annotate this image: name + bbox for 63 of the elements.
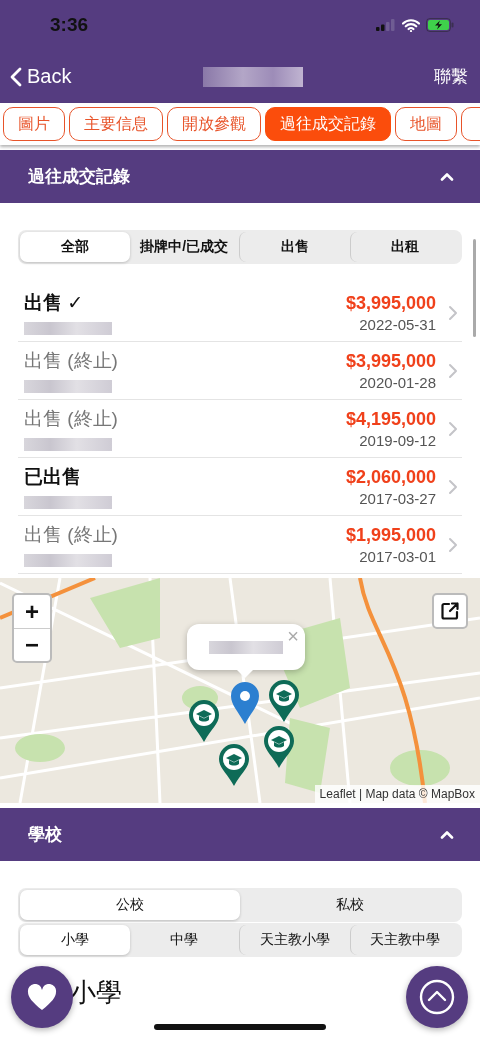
chevron-right-icon bbox=[448, 478, 458, 495]
section-heading: 小學 bbox=[70, 976, 122, 1009]
scroll-to-top-button[interactable] bbox=[406, 966, 468, 1028]
segment-option[interactable]: 天主教小學 bbox=[239, 925, 350, 955]
status-time: 3:36 bbox=[50, 14, 89, 36]
date-text: 2019-09-12 bbox=[359, 431, 436, 449]
segment-option[interactable]: 全部 bbox=[20, 232, 130, 262]
history-row[interactable]: 出售 (終止) $3,995,000 2020-01-28 bbox=[18, 342, 462, 400]
chevron-right-icon bbox=[448, 304, 458, 321]
date-text: 2017-03-27 bbox=[359, 489, 436, 507]
segment-option[interactable]: 掛牌中/已成交 bbox=[129, 232, 239, 262]
chevron-right-icon bbox=[448, 362, 458, 379]
history-row[interactable]: 已出售 $2,060,000 2017-03-27 bbox=[18, 458, 462, 516]
school-pin-icon[interactable] bbox=[218, 743, 250, 787]
favorite-button[interactable] bbox=[11, 966, 73, 1028]
segment-option[interactable]: 私校 bbox=[240, 890, 460, 920]
back-icon bbox=[10, 66, 22, 87]
section-tab[interactable]: 主要信息 bbox=[69, 107, 163, 141]
signal-icon bbox=[376, 19, 396, 31]
location-pin-icon[interactable] bbox=[230, 681, 260, 725]
listing-status: 出售 ✓ bbox=[24, 291, 85, 315]
chevron-right-icon bbox=[448, 420, 458, 437]
price-text: $4,195,000 bbox=[345, 408, 436, 430]
segment-option[interactable]: 天主教中學 bbox=[349, 925, 460, 955]
segment-option[interactable]: 出售 bbox=[239, 232, 350, 262]
back-button[interactable]: Back bbox=[10, 65, 72, 88]
date-text: 2020-01-28 bbox=[359, 373, 436, 391]
date-text: 2022-05-31 bbox=[359, 315, 436, 333]
segment-option[interactable]: 小學 bbox=[20, 925, 130, 955]
section-header[interactable]: 學校 bbox=[0, 808, 480, 861]
segment-option[interactable]: 公校 bbox=[20, 890, 240, 920]
zoom-out-button[interactable]: − bbox=[14, 628, 50, 661]
price-text: $2,060,000 bbox=[345, 466, 436, 488]
heart-icon bbox=[27, 983, 57, 1011]
price-text: $3,995,000 bbox=[345, 292, 436, 314]
section-tab[interactable]: 地圖 bbox=[395, 107, 457, 141]
listing-status: 出售 (終止) bbox=[24, 523, 119, 547]
price-text: $3,995,000 bbox=[345, 350, 436, 372]
wifi-icon bbox=[402, 18, 420, 32]
chevron-up-icon bbox=[419, 979, 455, 1015]
segment-option[interactable]: 中學 bbox=[129, 925, 239, 955]
battery-icon bbox=[426, 18, 454, 32]
history-row[interactable]: 出售 ✓ $3,995,000 2022-05-31 bbox=[18, 284, 462, 342]
open-external-button[interactable] bbox=[432, 593, 468, 629]
section-tab[interactable]: 開放參觀 bbox=[167, 107, 261, 141]
section-header[interactable]: 過往成交記錄 bbox=[0, 150, 480, 203]
segment-option[interactable]: 出租 bbox=[349, 232, 460, 262]
contact-button[interactable]: 聯繫 bbox=[434, 65, 468, 88]
zoom-in-button[interactable]: + bbox=[14, 595, 50, 628]
listing-status: 出售 (終止) bbox=[24, 407, 119, 431]
chevron-right-icon bbox=[448, 536, 458, 553]
history-row[interactable]: 出售 (終止) $4,195,000 2019-09-12 bbox=[18, 400, 462, 458]
school-pin-icon[interactable] bbox=[263, 725, 295, 769]
date-text: 2017-03-01 bbox=[359, 547, 436, 565]
history-row[interactable]: 出售 (終止) $1,995,000 2017-03-01 bbox=[18, 516, 462, 574]
school-pin-icon[interactable] bbox=[268, 679, 300, 723]
price-text: $1,995,000 bbox=[345, 524, 436, 546]
section-tab[interactable]: 圖片 bbox=[3, 107, 65, 141]
school-pin-icon[interactable] bbox=[188, 699, 220, 743]
map-attribution: Leaflet | Map data © MapBox bbox=[314, 785, 480, 803]
listing-status: 出售 (終止) bbox=[24, 349, 119, 373]
listing-status: 已出售 bbox=[24, 465, 82, 489]
external-link-icon bbox=[440, 601, 460, 621]
